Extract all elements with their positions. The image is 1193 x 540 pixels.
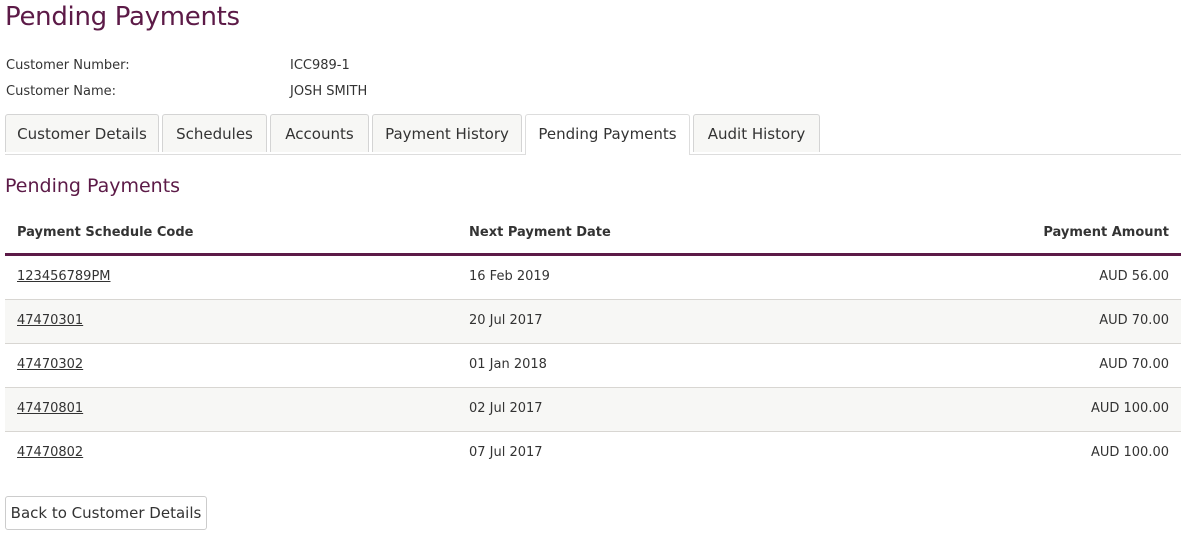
table-row: 47470801 02 Jul 2017 AUD 100.00 (5, 388, 1181, 432)
tab-pending-payments[interactable]: Pending Payments (525, 114, 690, 155)
next-payment-date: 16 Feb 2019 (469, 269, 550, 284)
customer-number-label: Customer Number: (6, 58, 130, 73)
header-payment-schedule-code: Payment Schedule Code (17, 225, 194, 240)
next-payment-date: 20 Jul 2017 (469, 313, 543, 328)
tab-accounts[interactable]: Accounts (270, 114, 369, 152)
schedule-code-link[interactable]: 47470802 (17, 445, 83, 460)
payment-amount: AUD 70.00 (1099, 357, 1169, 372)
schedule-code-link[interactable]: 47470302 (17, 357, 83, 372)
next-payment-date: 07 Jul 2017 (469, 445, 543, 460)
payment-amount: AUD 100.00 (1090, 401, 1169, 416)
back-to-customer-details-button[interactable]: Back to Customer Details (5, 496, 207, 530)
tab-bar: Customer Details Schedules Accounts Paym… (5, 114, 1181, 155)
section-title: Pending Payments (5, 175, 181, 197)
table-row: 47470802 07 Jul 2017 AUD 100.00 (5, 432, 1181, 475)
payment-amount: AUD 100.00 (1090, 445, 1169, 460)
payment-amount: AUD 70.00 (1099, 313, 1169, 328)
schedule-code-link[interactable]: 123456789PM (17, 269, 111, 284)
schedule-code-link[interactable]: 47470301 (17, 313, 83, 328)
next-payment-date: 02 Jul 2017 (469, 401, 543, 416)
table-row: 123456789PM 16 Feb 2019 AUD 56.00 (5, 256, 1181, 300)
schedule-code-link[interactable]: 47470801 (17, 401, 83, 416)
tab-customer-details[interactable]: Customer Details (5, 114, 159, 152)
tab-payment-history[interactable]: Payment History (372, 114, 522, 152)
tab-audit-history[interactable]: Audit History (693, 114, 820, 152)
page-title: Pending Payments (5, 2, 240, 32)
next-payment-date: 01 Jan 2018 (469, 357, 547, 372)
customer-name-value: JOSH SMITH (290, 84, 368, 99)
header-payment-amount[interactable]: Payment Amount (1043, 225, 1169, 240)
customer-name-label: Customer Name: (6, 84, 117, 99)
pending-payments-table: Payment Schedule Code Next Payment Date … (5, 213, 1181, 475)
payment-amount: AUD 56.00 (1099, 269, 1169, 284)
table-header: Payment Schedule Code Next Payment Date … (5, 213, 1181, 256)
table-row: 47470302 01 Jan 2018 AUD 70.00 (5, 344, 1181, 388)
tab-schedules[interactable]: Schedules (162, 114, 267, 152)
customer-number-value: ICC989-1 (290, 58, 350, 73)
table-row: 47470301 20 Jul 2017 AUD 70.00 (5, 300, 1181, 344)
header-next-payment-date: Next Payment Date (469, 225, 611, 240)
